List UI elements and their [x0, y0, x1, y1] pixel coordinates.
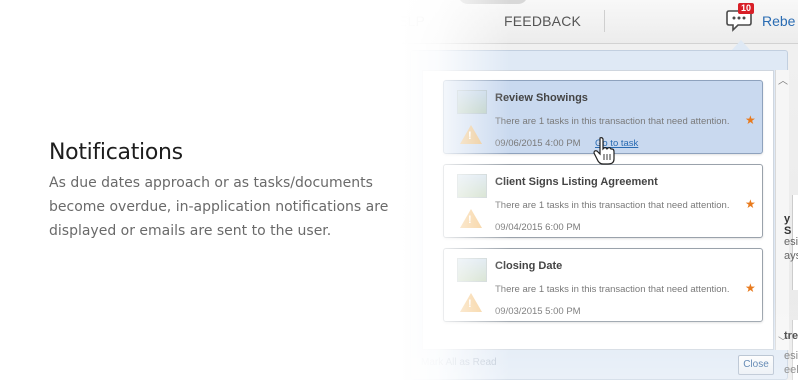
star-icon: ★: [745, 197, 756, 211]
hand-cursor-icon: [593, 137, 615, 165]
tab-help[interactable]: ELP: [400, 13, 425, 29]
edge-text: ays: [784, 250, 798, 262]
notification-description: There are 1 tasks in this transaction th…: [495, 284, 730, 295]
notification-card[interactable]: ! Closing Date There are 1 tasks in this…: [443, 248, 763, 322]
edge-text: eek: [784, 364, 798, 376]
chevron-up-icon[interactable]: ︿: [778, 72, 788, 87]
house-thumbnail-icon: [457, 174, 487, 198]
notification-date: 09/04/2015 6:00 PM: [495, 222, 581, 233]
tab-feedback[interactable]: FEEDBACK: [504, 13, 581, 29]
top-navigation-bar: ELP FEEDBACK 10 Rebe: [400, 0, 798, 44]
notification-count-badge: 10: [738, 3, 755, 14]
notifications-panel: ! Review Showings There are 1 tasks in t…: [410, 50, 789, 380]
user-name-link[interactable]: Rebe: [762, 13, 795, 29]
notification-title: Review Showings: [495, 92, 588, 104]
notification-title: Client Signs Listing Agreement: [495, 176, 658, 188]
notification-date: 09/03/2015 5:00 PM: [495, 306, 581, 317]
app-screenshot: ELP FEEDBACK 10 Rebe ! Review Showings T…: [400, 0, 798, 380]
caption-title: Notifications: [49, 140, 183, 165]
warning-exclamation: !: [468, 130, 472, 142]
nav-divider: [604, 10, 605, 32]
warning-exclamation: !: [468, 214, 472, 226]
star-icon: ★: [745, 281, 756, 295]
caption-body: As due dates approach or as tasks/docume…: [49, 175, 389, 239]
panel-footer: Mark All as Read Close: [411, 349, 789, 379]
edge-text: tre: [784, 330, 798, 342]
header-logo-hint: [458, 0, 528, 4]
edge-text: esi: [784, 236, 798, 248]
notification-card[interactable]: ! Client Signs Listing Agreement There a…: [443, 164, 763, 238]
notification-scrollbar[interactable]: ︿ ﹀: [775, 70, 789, 350]
notification-description: There are 1 tasks in this transaction th…: [495, 200, 730, 211]
notification-description: There are 1 tasks in this transaction th…: [495, 116, 730, 127]
star-icon: ★: [745, 113, 756, 127]
house-thumbnail-icon: [457, 258, 487, 282]
notification-title: Closing Date: [495, 260, 563, 272]
edge-text: esi: [784, 350, 798, 362]
house-thumbnail-icon: [457, 90, 487, 114]
notification-date: 09/06/2015 4:00 PM: [495, 138, 581, 149]
mark-all-read-button[interactable]: Mark All as Read: [421, 357, 497, 368]
notification-list: ! Review Showings There are 1 tasks in t…: [422, 70, 774, 350]
warning-exclamation: !: [468, 298, 472, 310]
close-button[interactable]: Close: [738, 355, 774, 375]
feature-caption: Notifications As due dates approach or a…: [49, 140, 399, 243]
edge-text: y S: [784, 213, 792, 237]
